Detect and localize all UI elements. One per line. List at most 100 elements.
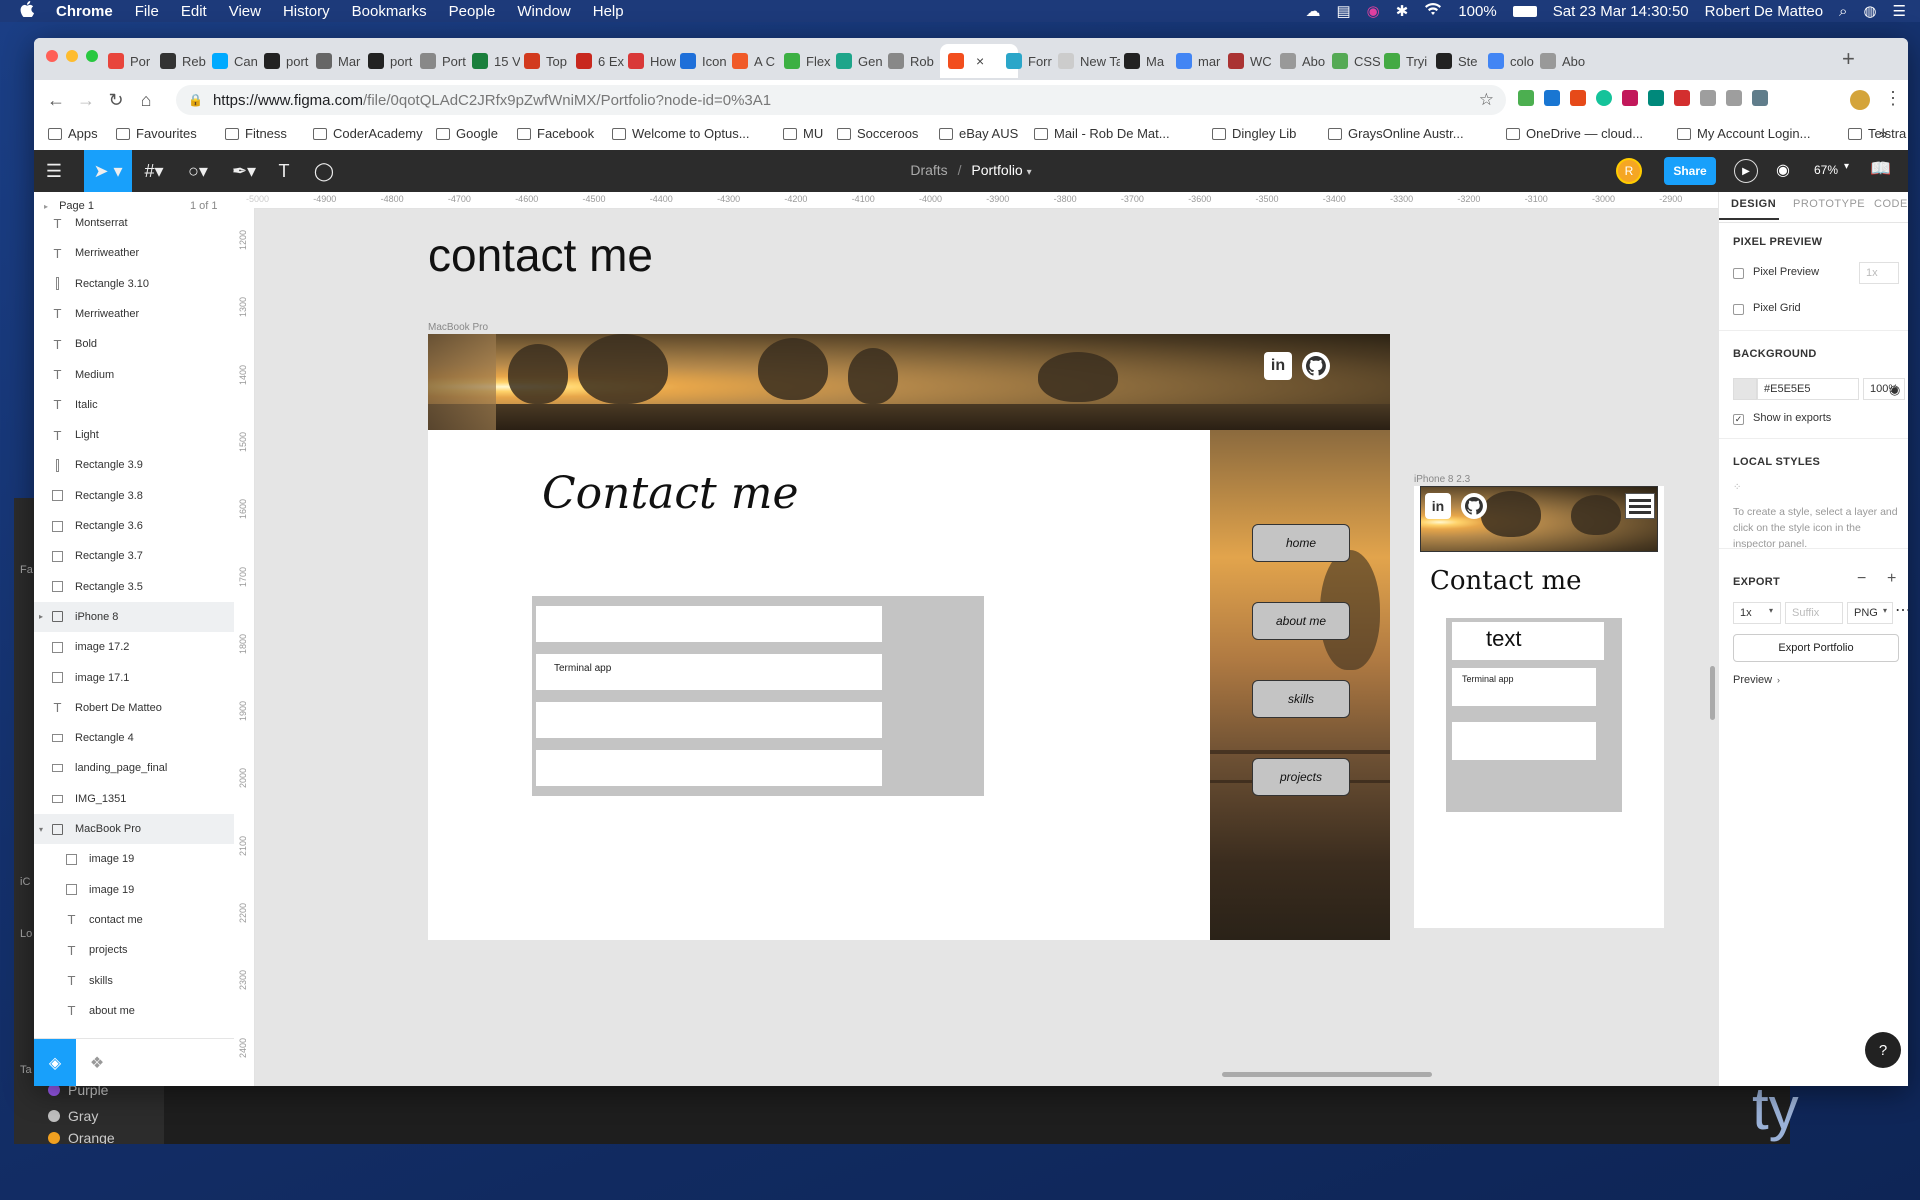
contact-title[interactable]: Contact me (542, 468, 798, 519)
clock[interactable]: Sat 23 Mar 14:30:50 (1553, 3, 1689, 20)
user-name[interactable]: Robert De Matteo (1705, 3, 1823, 20)
browser-tab[interactable]: colo (1488, 44, 1536, 78)
profile-avatar[interactable] (1850, 90, 1870, 110)
figma-canvas[interactable]: -5000 -4900 -4800 -4700 -4600 -4500 -4400 -4300… (234, 192, 1718, 1086)
browser-tab[interactable]: Can (212, 44, 260, 78)
visibility-eye-icon[interactable]: ◉ (1889, 382, 1900, 398)
bookmark-item[interactable]: GraysOnline Austr... (1328, 126, 1464, 141)
remove-export-icon[interactable]: − (1857, 570, 1866, 588)
chevron-down-icon[interactable]: ▾ (1883, 606, 1887, 615)
header-image[interactable]: in (428, 334, 1390, 430)
tab-design[interactable]: DESIGN (1731, 198, 1776, 210)
extension-icon[interactable] (1622, 90, 1638, 106)
macbook-frame[interactable]: in Contact me Terminal app home about me… (428, 334, 1390, 940)
layer-item[interactable]: T Montserrat (34, 218, 234, 238)
layer-item[interactable]: Rectangle 3.9 (34, 450, 234, 480)
browser-tab[interactable]: Forr (1006, 44, 1054, 78)
apple-icon[interactable] (20, 1, 34, 21)
library-book-icon[interactable]: 📖 (1870, 159, 1891, 179)
layer-item[interactable]: landing_page_final (34, 753, 234, 783)
layer-item[interactable]: Rectangle 3.10 (34, 269, 234, 299)
bookmark-item[interactable]: Socceroos (837, 126, 918, 141)
browser-tab[interactable]: Icon (680, 44, 728, 78)
close-tab-icon[interactable]: × (976, 53, 984, 69)
bookmark-item[interactable]: Dingley Lib (1212, 126, 1296, 141)
chrome-menu-icon[interactable]: ⋮ (1884, 88, 1902, 109)
chevron-down-icon[interactable]: ▾ (1027, 167, 1032, 178)
battery-percent[interactable]: 100% (1458, 3, 1496, 20)
pixel-preview-checkbox[interactable] (1733, 268, 1744, 279)
browser-tab[interactable]: Ste (1436, 44, 1484, 78)
bookmark-item[interactable]: OneDrive — cloud... (1506, 126, 1643, 141)
hamburger-menu-icon[interactable] (1625, 493, 1655, 519)
tab-prototype[interactable]: PROTOTYPE (1793, 198, 1865, 210)
form-field[interactable] (536, 702, 882, 738)
bookmark-item[interactable]: Mail - Rob De Mat... (1034, 126, 1170, 141)
browser-tab[interactable]: Reb (160, 44, 208, 78)
extension-icon[interactable] (1700, 90, 1716, 106)
chevron-down-icon[interactable]: ▾ (39, 825, 43, 834)
layer-item[interactable]: ▸ iPhone 8 (34, 601, 234, 632)
layer-item[interactable]: IMG_1351 (34, 784, 234, 814)
app-status-icon[interactable]: ◉ (1367, 2, 1380, 20)
browser-tab[interactable]: Mar (316, 44, 364, 78)
form-field[interactable] (536, 750, 882, 786)
layer-item[interactable]: Tcontact me (34, 905, 234, 935)
browser-tab[interactable]: New Tab (1058, 44, 1120, 78)
extension-icon[interactable] (1518, 90, 1534, 106)
chevron-down-icon[interactable]: ▾ (1769, 606, 1773, 615)
nav-about-button[interactable]: about me (1252, 602, 1350, 640)
browser-tab[interactable]: Rob (888, 44, 936, 78)
form-field[interactable] (536, 606, 882, 642)
layer-item[interactable]: Rectangle 3.7 (34, 541, 234, 571)
layer-item[interactable]: T Robert De Matteo (34, 693, 234, 723)
more-options-icon[interactable]: ⋯ (1895, 600, 1908, 620)
layer-item[interactable]: T Bold (34, 329, 234, 359)
menu-file[interactable]: File (135, 3, 159, 20)
extension-icon[interactable] (1726, 90, 1742, 106)
linkedin-icon[interactable]: in (1425, 493, 1451, 519)
help-button[interactable]: ? (1865, 1032, 1901, 1068)
bookmark-item[interactable]: eBay AUS (939, 126, 1018, 141)
frame-label-macbook[interactable]: MacBook Pro (428, 322, 488, 333)
layer-item[interactable]: Tabout me (34, 996, 234, 1026)
browser-tab[interactable]: Por (108, 44, 156, 78)
iphone-contact-form[interactable]: text Terminal app (1446, 618, 1622, 812)
reload-button[interactable]: ↻ (102, 86, 130, 114)
zoom-level[interactable]: 67% (1814, 163, 1838, 177)
bluetooth-icon[interactable]: ✱ (1396, 2, 1409, 20)
file-name[interactable]: Portfolio (971, 162, 1022, 178)
tab-code[interactable]: CODE (1874, 198, 1908, 210)
browser-tab[interactable]: mar (1176, 44, 1224, 78)
bookmark-item[interactable]: Telstra (1848, 126, 1906, 141)
bookmark-item[interactable]: Welcome to Optus... (612, 126, 750, 141)
browser-tab[interactable]: port (368, 44, 416, 78)
bookmark-item[interactable]: CoderAcademy (313, 126, 423, 141)
export-button[interactable]: Export Portfolio (1733, 634, 1899, 662)
extension-icon[interactable] (1648, 90, 1664, 106)
layer-item[interactable]: image 17.1 (34, 663, 234, 693)
browser-tab[interactable]: How (628, 44, 676, 78)
drive-icon[interactable]: ▤ (1336, 2, 1350, 20)
layer-item[interactable]: Rectangle 4 (34, 723, 234, 753)
components-tab-icon[interactable]: ❖ (76, 1039, 118, 1086)
github-icon[interactable] (1302, 352, 1330, 380)
nav-home-button[interactable]: home (1252, 524, 1350, 562)
iphone-frame[interactable]: in Contact me text Terminal app (1414, 486, 1664, 928)
battery-icon[interactable] (1512, 5, 1537, 17)
color-style-orange[interactable]: Orange (48, 1132, 115, 1144)
nav-projects-button[interactable]: projects (1252, 758, 1350, 796)
export-suffix-input[interactable]: Suffix (1785, 602, 1843, 624)
minimize-window-button[interactable] (66, 50, 78, 62)
canvas-heading-text[interactable]: contact me (428, 228, 653, 282)
menu-view[interactable]: View (229, 3, 261, 20)
chevron-right-icon[interactable]: ▸ (39, 612, 43, 621)
browser-tab[interactable]: 6 Ex (576, 44, 624, 78)
new-tab-button[interactable]: + (1842, 46, 1855, 72)
bookmark-item[interactable]: MU (783, 126, 823, 141)
color-style-gray[interactable]: Gray (48, 1108, 98, 1124)
menu-bookmarks[interactable]: Bookmarks (352, 3, 427, 20)
preview-toggle[interactable]: Preview (1733, 674, 1772, 686)
layer-item[interactable]: T Italic (34, 390, 234, 420)
menu-edit[interactable]: Edit (181, 3, 207, 20)
